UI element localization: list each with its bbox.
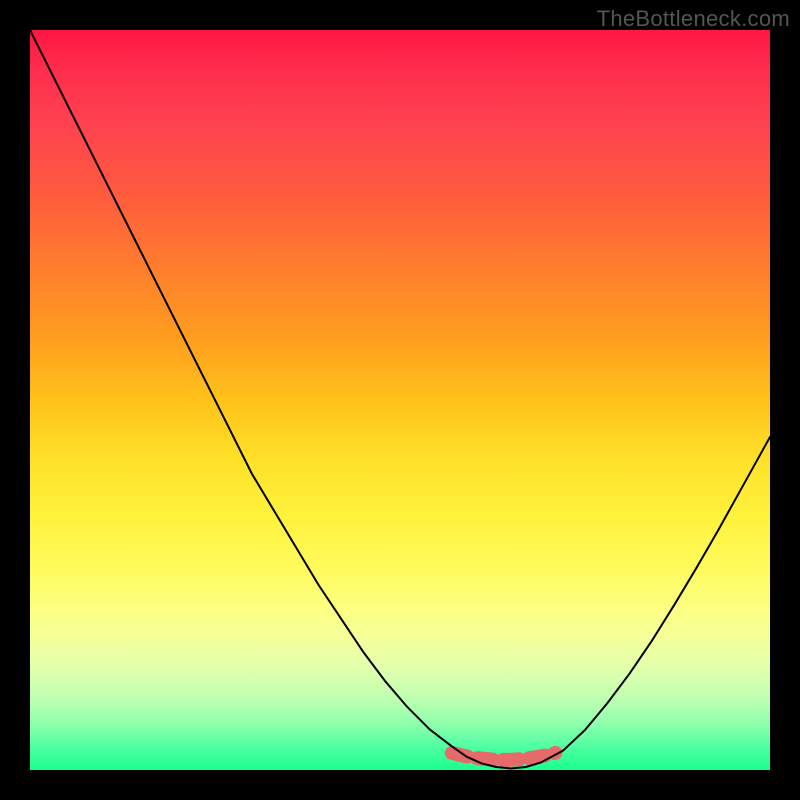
watermark-text: TheBottleneck.com <box>597 6 790 32</box>
bottleneck-curve <box>30 30 770 769</box>
chart-svg <box>30 30 770 770</box>
chart-frame: TheBottleneck.com <box>0 0 800 800</box>
